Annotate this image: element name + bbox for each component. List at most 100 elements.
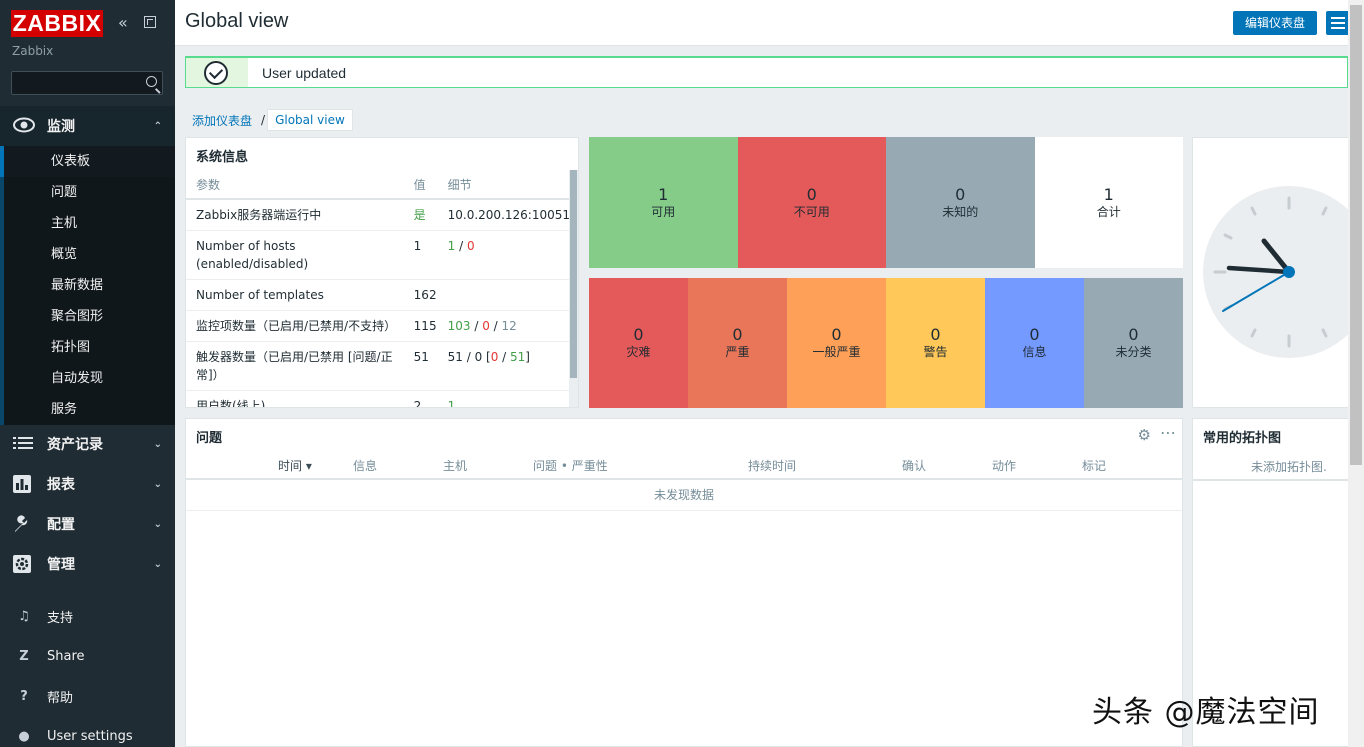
system-info-table: 参数 值 细节 Zabbix服务器端运行中是 10.0.200.126:10051…: [186, 170, 570, 408]
detail-part: 1: [447, 399, 456, 408]
table-row: 用户数(线上) 2 1: [186, 390, 570, 408]
check-circle-icon: [204, 61, 228, 85]
zabbix-logo[interactable]: ZABBIX: [11, 10, 103, 37]
page-title: Global view: [185, 10, 289, 32]
menu-inventory-label: 资产记录: [47, 437, 103, 453]
param-cell: Number of templates: [186, 279, 404, 311]
dashboard-actions-button[interactable]: [1326, 11, 1350, 35]
severity-count: 0: [1029, 325, 1040, 344]
submenu-screens[interactable]: 聚合图形: [0, 301, 175, 332]
severity-count: 0: [732, 325, 743, 344]
severity-cell[interactable]: 0 灾难: [589, 278, 688, 408]
breadcrumb-current[interactable]: Global view: [267, 109, 353, 131]
value-cell: 1: [403, 230, 438, 280]
submenu-overview[interactable]: 概览: [0, 239, 175, 270]
gear-icon: [13, 555, 35, 573]
support-label: 支持: [47, 610, 74, 626]
share-link[interactable]: Z Share: [0, 638, 175, 674]
wrench-icon: [13, 515, 35, 533]
share-label: Share: [47, 648, 85, 664]
column-header: 信息: [353, 459, 378, 473]
headset-icon: ♫: [18, 608, 30, 624]
submenu-services[interactable]: 服务: [0, 394, 175, 425]
sidebar: ZABBIX « Zabbix 监测 ⌃ 仪表板 问题 主机 概览 最新数据 聚…: [0, 0, 175, 747]
menu-configuration[interactable]: 配置 ⌄: [0, 504, 175, 544]
user-settings-link[interactable]: ● User settings: [0, 718, 175, 747]
availability-count: 0: [806, 184, 817, 204]
breadcrumb-separator: /: [261, 113, 266, 127]
severity-cell[interactable]: 0 警告: [886, 278, 985, 408]
clock-widget: [1192, 137, 1352, 408]
severity-label: 未分类: [1115, 345, 1152, 359]
search-input[interactable]: [11, 71, 163, 95]
breadcrumb-dashboards[interactable]: 添加仪表盘: [185, 110, 259, 131]
menu-monitoring[interactable]: 监测 ⌃: [0, 106, 175, 146]
availability-cell[interactable]: 0 不可用: [737, 137, 886, 268]
table-row: 触发器数量（已启用/已禁用 [问题/正常]） 51 51 / 0 [0 / 51]: [186, 341, 570, 391]
menu-reports-label: 报表: [47, 477, 75, 493]
param-cell: 用户数(线上): [186, 390, 404, 407]
problems-by-severity-widget: 0 灾难 0 严重 0 一般严重 0 警告 0 信息 0 未分类: [589, 278, 1183, 408]
details-cell: [437, 279, 570, 311]
availability-count: 0: [955, 184, 966, 204]
severity-count: 0: [831, 325, 842, 344]
kiosk-mode-icon[interactable]: [144, 16, 156, 28]
table-row: 监控项数量（已启用/已禁用/不支持） 115 103 / 0 / 12: [186, 310, 570, 342]
menu-administration[interactable]: 管理 ⌄: [0, 544, 175, 584]
detail-part: 12: [501, 319, 517, 333]
menu-administration-label: 管理: [47, 557, 75, 573]
detail-part: /: [455, 239, 467, 253]
submenu-maps[interactable]: 拓扑图: [0, 332, 175, 363]
monitoring-submenu: 仪表板 问题 主机 概览 最新数据 聚合图形 拓扑图 自动发现 服务: [0, 146, 175, 425]
message-text: User updated: [262, 65, 347, 81]
severity-label: 警告: [923, 345, 948, 359]
detail-part: /: [489, 319, 502, 333]
table-row: Zabbix服务器端运行中是 10.0.200.126:10051: [186, 199, 570, 231]
severity-count: 0: [930, 325, 941, 344]
detail-part: 103: [447, 319, 471, 333]
no-data-row: 未发现数据: [186, 480, 1182, 511]
availability-cell[interactable]: 1 合计: [1034, 137, 1183, 268]
column-header: 值: [403, 170, 438, 200]
column-header: 持续时间: [748, 459, 797, 473]
availability-label: 不可用: [793, 204, 830, 219]
availability-label: 未知的: [942, 204, 979, 219]
menu-inventory[interactable]: 资产记录 ⌄: [0, 424, 175, 464]
submenu-problems[interactable]: 问题: [0, 177, 175, 208]
details-cell: 1: [437, 390, 570, 408]
availability-cell[interactable]: 1 可用: [589, 137, 738, 268]
menu-monitoring-label: 监测: [47, 119, 75, 135]
system-info-widget: 系统信息 参数 值 细节 Zabbix服务器端运行中是 10.0.200.126:…: [185, 137, 579, 408]
edit-dashboard-button[interactable]: 编辑仪表盘: [1232, 11, 1317, 35]
severity-cell[interactable]: 0 严重: [688, 278, 787, 408]
severity-cell[interactable]: 0 未分类: [1084, 278, 1183, 408]
more-options-icon[interactable]: ⋯: [1160, 423, 1177, 442]
value-cell: 115: [403, 310, 438, 342]
severity-cell[interactable]: 0 一般严重: [787, 278, 886, 408]
menu-configuration-label: 配置: [47, 517, 75, 533]
search-icon[interactable]: [146, 76, 157, 87]
support-link[interactable]: ♫ 支持: [0, 598, 175, 634]
collapse-sidebar-icon[interactable]: «: [118, 14, 128, 32]
chevron-up-icon: ⌃: [153, 120, 162, 132]
success-message: User updated: [185, 56, 1348, 88]
submenu-dashboard[interactable]: 仪表板: [0, 146, 175, 177]
help-label: 帮助: [47, 690, 74, 706]
value-cell: 162: [403, 279, 438, 311]
column-header: 参数: [186, 170, 404, 200]
severity-cell[interactable]: 0 信息: [985, 278, 1084, 408]
value-cell: 2: [403, 390, 438, 407]
column-header-time[interactable]: 时间 ▾: [278, 457, 312, 474]
page-scrollbar[interactable]: [1348, 0, 1364, 747]
availability-cell[interactable]: 0 未知的: [886, 137, 1035, 268]
submenu-hosts[interactable]: 主机: [0, 208, 175, 239]
problems-table-header: 时间 ▾ 信息 主机 问题 • 严重性 持续时间 确认 动作 标记: [186, 450, 1182, 480]
widget-settings-icon[interactable]: ⚙: [1138, 426, 1151, 444]
column-header: 问题 • 严重性: [533, 459, 608, 473]
submenu-discovery[interactable]: 自动发现: [0, 363, 175, 394]
submenu-latest-data[interactable]: 最新数据: [0, 270, 175, 301]
widget-scrollbar[interactable]: [569, 170, 578, 407]
menu-reports[interactable]: 报表 ⌄: [0, 464, 175, 504]
availability-label: 可用: [651, 204, 676, 219]
help-link[interactable]: ? 帮助: [0, 678, 175, 714]
